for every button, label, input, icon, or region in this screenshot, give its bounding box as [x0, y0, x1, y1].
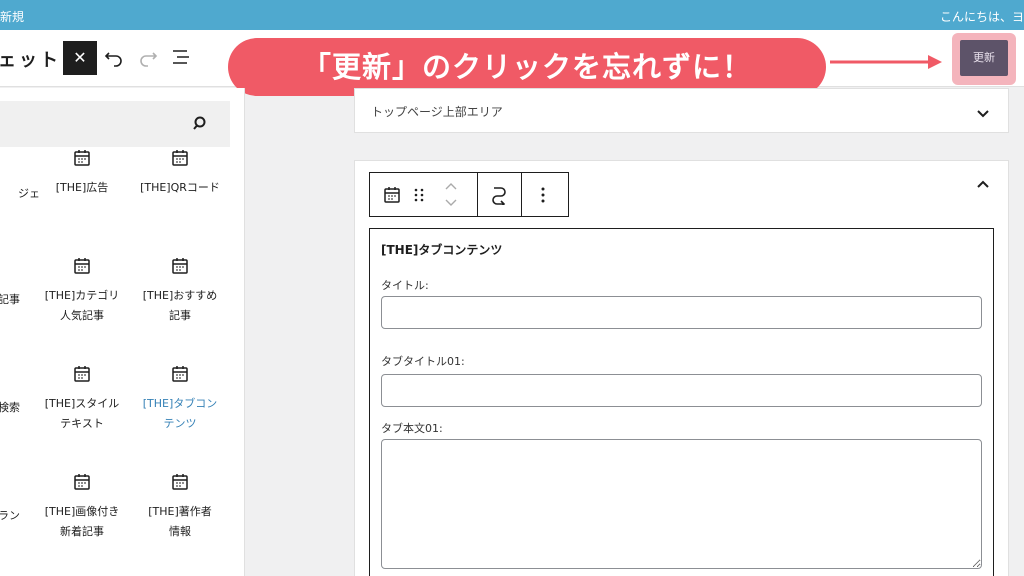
- editor-title: ェット: [0, 50, 61, 71]
- block-item[interactable]: [THE]おすすめ記事: [132, 256, 228, 326]
- tab-title-01-label: タブタイトル01:: [381, 355, 465, 368]
- toolbar-divider: [477, 173, 478, 216]
- block-label: [THE]カテゴリ人気記事: [44, 289, 120, 322]
- move-down-icon[interactable]: [444, 199, 458, 207]
- admin-bar-greeting[interactable]: こんにちは、ヨ: [940, 8, 1024, 25]
- block-title: [THE]タブコンテンツ: [381, 243, 503, 257]
- block-item[interactable]: [THE]著作者情報: [132, 472, 228, 542]
- redo-icon[interactable]: [137, 46, 159, 68]
- admin-bar-new[interactable]: 新規: [0, 8, 24, 25]
- block-label: [THE]おすすめ記事: [142, 289, 218, 322]
- calendar-icon: [172, 258, 188, 274]
- search-icon[interactable]: [192, 115, 210, 133]
- widget-area-panel[interactable]: トップページ上部エリア: [354, 88, 1009, 133]
- drag-handle-icon[interactable]: [414, 187, 424, 203]
- undo-icon[interactable]: [103, 46, 125, 68]
- calendar-icon: [172, 474, 188, 490]
- tab-body-01-label: タブ本文01:: [381, 422, 443, 435]
- calendar-icon[interactable]: [382, 185, 402, 205]
- block-label: [THE]スタイルテキスト: [44, 397, 120, 430]
- block-label: [THE]タブコンテンツ: [142, 397, 218, 430]
- calendar-icon: [74, 150, 90, 166]
- block-item[interactable]: 記事: [0, 290, 20, 310]
- calendar-icon: [74, 258, 90, 274]
- block-item[interactable]: 検索: [0, 398, 20, 418]
- block-label: [THE]QRコード: [140, 181, 220, 194]
- block-label: [THE]画像付き新着記事: [44, 505, 120, 538]
- title-field-input[interactable]: [381, 296, 982, 329]
- title-field-label: タイトル:: [381, 279, 429, 292]
- block-label: [THE]広告: [55, 181, 109, 194]
- update-button[interactable]: 更新: [960, 40, 1008, 76]
- calendar-icon: [74, 474, 90, 490]
- arrow-right-icon: [830, 55, 942, 69]
- chevron-down-icon[interactable]: [975, 105, 991, 121]
- block-item[interactable]: [THE]スタイルテキスト: [34, 364, 130, 434]
- block-item[interactable]: [THE]QRコード: [132, 148, 228, 198]
- more-options-icon[interactable]: [540, 186, 546, 204]
- block-item[interactable]: [THE]カテゴリ人気記事: [34, 256, 130, 326]
- block-item[interactable]: [THE]広告: [34, 148, 130, 198]
- block-item[interactable]: ラン: [0, 506, 20, 526]
- block-item-selected[interactable]: [THE]タブコンテンツ: [132, 364, 228, 434]
- list-view-icon[interactable]: [170, 46, 192, 68]
- block-item[interactable]: [THE]画像付き新着記事: [34, 472, 130, 542]
- block-toolbar: [369, 172, 569, 217]
- calendar-icon: [172, 150, 188, 166]
- toolbar-divider: [521, 173, 522, 216]
- transform-icon[interactable]: [489, 185, 509, 205]
- move-up-icon[interactable]: [444, 182, 458, 190]
- chevron-up-icon[interactable]: [975, 177, 991, 193]
- calendar-icon: [172, 366, 188, 382]
- close-inserter-button[interactable]: ✕: [63, 41, 97, 75]
- block-label: 検索: [0, 401, 20, 414]
- block-label: [THE]著作者情報: [148, 505, 212, 538]
- block-search-input[interactable]: [0, 101, 230, 147]
- tab-title-01-input[interactable]: [381, 374, 982, 407]
- widget-area-title: トップページ上部エリア: [371, 105, 503, 119]
- block-label: 記事: [0, 293, 20, 306]
- block-inserter-sidebar: ジェ [THE]広告 [THE]QRコード 記事 [THE]カテゴリ人気記事 […: [0, 88, 245, 576]
- tab-contents-block[interactable]: [THE]タブコンテンツ タイトル: タブタイトル01: タブ本文01:: [369, 228, 994, 576]
- calendar-icon: [74, 366, 90, 382]
- admin-bar: 新規 こんにちは、ヨ: [0, 0, 1024, 30]
- tab-body-01-textarea[interactable]: [381, 439, 982, 569]
- block-label: ラン: [0, 509, 20, 522]
